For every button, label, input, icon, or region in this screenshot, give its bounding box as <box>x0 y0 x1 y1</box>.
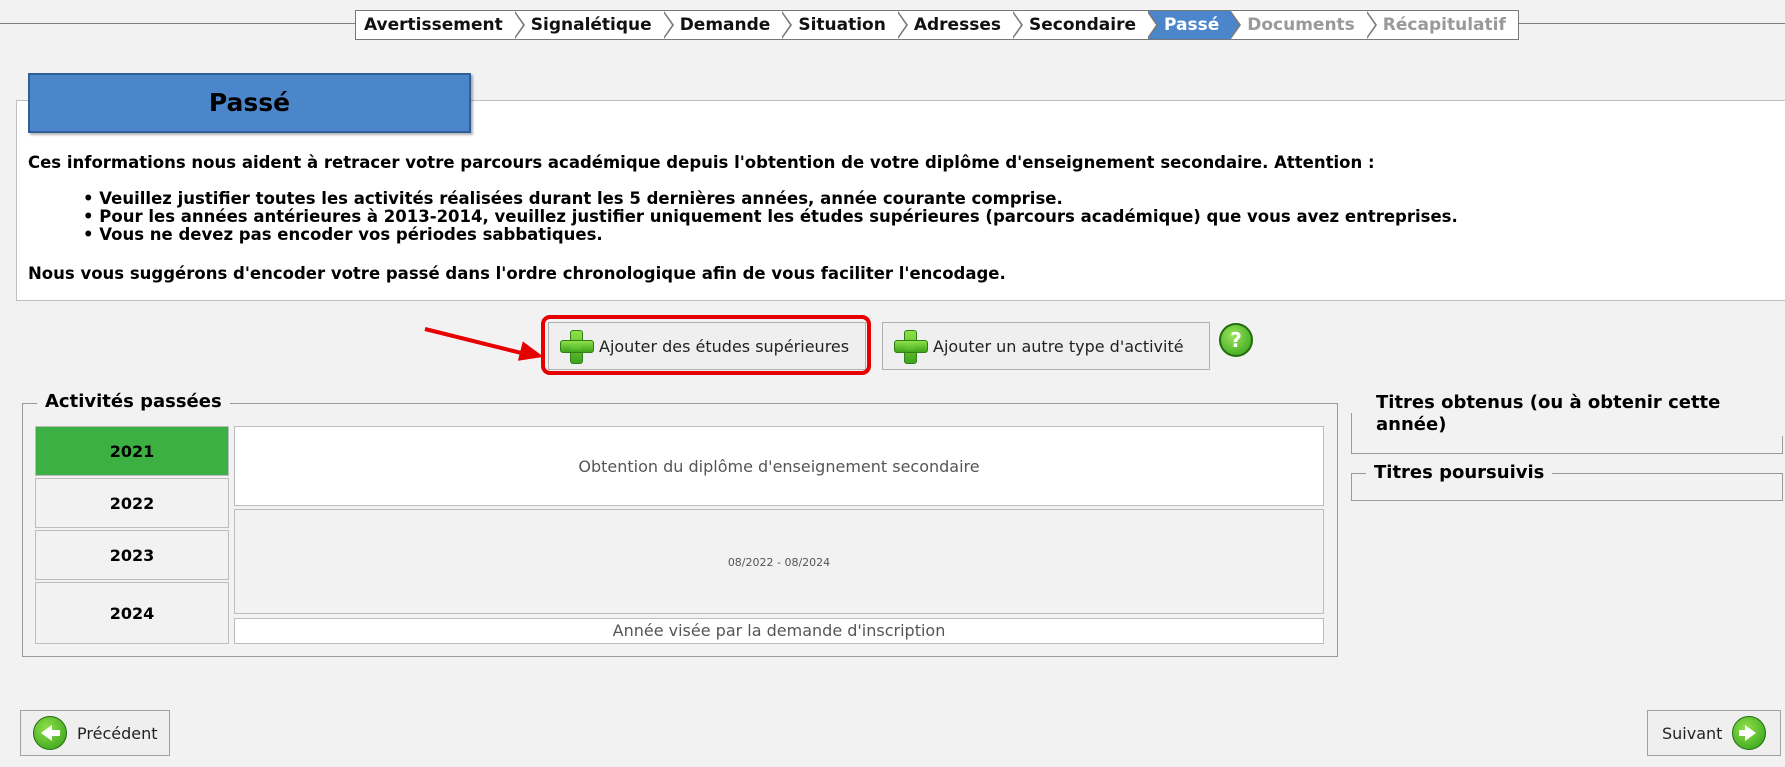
titles-obtained-legend: Titres obtenus (ou à obtenir cette année… <box>1366 392 1785 436</box>
help-icon[interactable]: ? <box>1219 323 1253 357</box>
add-other-label: Ajouter un autre type d'activité <box>933 336 1184 356</box>
year-2024[interactable]: 2024 <box>35 582 229 644</box>
step-passe[interactable]: Passé <box>1147 11 1242 39</box>
step-demande[interactable]: Demande <box>664 11 793 39</box>
step-avertissement[interactable]: Avertissement <box>356 11 525 39</box>
instruction-item: Veuillez justifier toutes les activités … <box>83 190 1458 208</box>
activity-target-year: Année visée par la demande d'inscription <box>234 618 1324 644</box>
arrow-right-icon <box>1732 716 1767 750</box>
step-secondaire[interactable]: Secondaire <box>1013 11 1158 39</box>
activity-period[interactable]: 08/2022 - 08/2024 <box>234 509 1324 614</box>
step-adresses[interactable]: Adresses <box>898 11 1023 39</box>
previous-label: Précédent <box>77 723 158 743</box>
page-title-box: Passé <box>28 73 471 133</box>
annotation-arrow-line <box>424 327 535 359</box>
highlight-box <box>541 315 871 375</box>
progress-stepper: Avertissement Signalétique Demande Situa… <box>355 10 1519 40</box>
add-other-activity-button[interactable]: Ajouter un autre type d'activité <box>882 322 1210 370</box>
step-documents: Documents <box>1231 11 1377 39</box>
year-2021[interactable]: 2021 <box>35 426 229 476</box>
previous-button[interactable]: Précédent <box>20 710 170 756</box>
next-label: Suivant <box>1662 723 1723 743</box>
instruction-item: Vous ne devez pas encoder vos périodes s… <box>83 226 1458 244</box>
instruction-item: Pour les années antérieures à 2013-2014,… <box>83 208 1457 226</box>
suggestion-text: Nous vous suggérons d'encoder votre pass… <box>28 264 1006 283</box>
next-button[interactable]: Suivant <box>1647 710 1781 756</box>
past-activities-legend: Activités passées <box>37 391 230 412</box>
step-recapitulatif: Récapitulatif <box>1382 15 1506 35</box>
step-situation[interactable]: Situation <box>782 11 908 39</box>
year-2022[interactable]: 2022 <box>35 478 229 528</box>
intro-text: Ces informations nous aident à retracer … <box>28 153 1375 172</box>
activity-diploma[interactable]: Obtention du diplôme d'enseignement seco… <box>234 426 1324 506</box>
plus-icon <box>893 329 928 364</box>
arrow-left-icon <box>33 716 67 750</box>
page-title: Passé <box>208 88 291 117</box>
year-2023[interactable]: 2023 <box>35 530 229 580</box>
step-signaletique[interactable]: Signalétique <box>515 11 674 39</box>
stepper-line-left <box>0 23 355 24</box>
instructions-list: Veuillez justifier toutes les activités … <box>83 190 1458 244</box>
titles-pursued-legend: Titres poursuivis <box>1366 462 1553 483</box>
